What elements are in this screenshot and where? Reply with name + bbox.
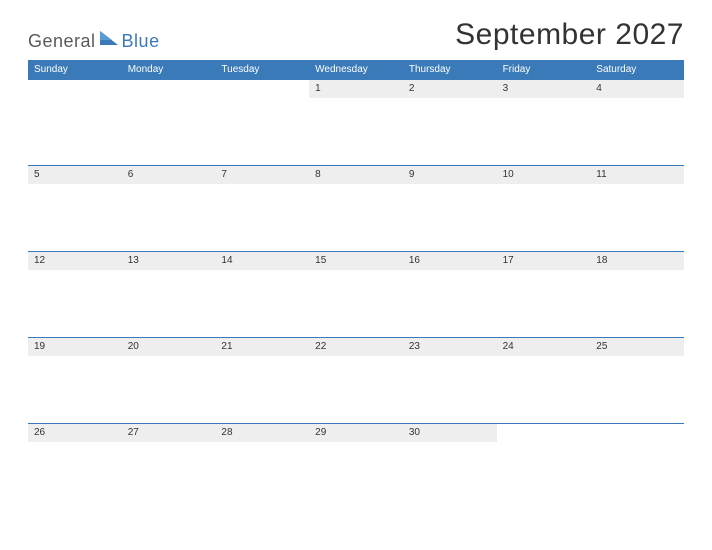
day-cell: 26 [28,424,122,509]
day-number: 14 [215,252,309,270]
week-row: 1234 [28,79,684,165]
day-header-saturday: Saturday [590,60,684,79]
day-number: 4 [590,80,684,98]
weeks-container: 1234567891011121314151617181920212223242… [28,79,684,509]
day-cell: 12 [28,252,122,337]
day-cell: 23 [403,338,497,423]
day-number: 17 [497,252,591,270]
week-row: 567891011 [28,165,684,251]
day-cell: 21 [215,338,309,423]
day-header-wednesday: Wednesday [309,60,403,79]
day-number: 23 [403,338,497,356]
day-number: 21 [215,338,309,356]
day-cell: 7 [215,166,309,251]
day-number: 26 [28,424,122,442]
week-row: 12131415161718 [28,251,684,337]
day-cell: 13 [122,252,216,337]
day-number: 7 [215,166,309,184]
day-cell: 15 [309,252,403,337]
day-number: 30 [403,424,497,442]
header: General Blue September 2027 [0,0,712,60]
day-number: 27 [122,424,216,442]
day-header-thursday: Thursday [403,60,497,79]
day-cell: 16 [403,252,497,337]
day-cell: 1 [309,80,403,165]
day-cell: 17 [497,252,591,337]
logo: General Blue [28,31,160,52]
day-header-sunday: Sunday [28,60,122,79]
day-number: 15 [309,252,403,270]
day-number: 5 [28,166,122,184]
day-number [497,424,591,442]
day-cell: 20 [122,338,216,423]
day-cell [122,80,216,165]
day-number: 10 [497,166,591,184]
day-number: 3 [497,80,591,98]
day-number: 19 [28,338,122,356]
day-cell: 3 [497,80,591,165]
day-cell: 4 [590,80,684,165]
day-cell: 8 [309,166,403,251]
day-number [590,424,684,442]
week-row: 19202122232425 [28,337,684,423]
day-headers-row: Sunday Monday Tuesday Wednesday Thursday… [28,60,684,79]
day-header-tuesday: Tuesday [215,60,309,79]
day-cell: 19 [28,338,122,423]
day-number: 25 [590,338,684,356]
calendar: Sunday Monday Tuesday Wednesday Thursday… [0,60,712,509]
day-cell: 11 [590,166,684,251]
day-cell [215,80,309,165]
day-header-monday: Monday [122,60,216,79]
day-cell: 25 [590,338,684,423]
day-number: 22 [309,338,403,356]
day-cell [497,424,591,509]
day-header-friday: Friday [497,60,591,79]
day-number: 1 [309,80,403,98]
day-cell: 10 [497,166,591,251]
logo-text-general: General [28,31,96,52]
day-number: 24 [497,338,591,356]
day-cell: 28 [215,424,309,509]
day-number: 18 [590,252,684,270]
logo-triangle-icon [100,31,118,50]
day-cell: 27 [122,424,216,509]
day-number: 12 [28,252,122,270]
day-cell: 6 [122,166,216,251]
month-title: September 2027 [455,18,684,52]
day-cell: 9 [403,166,497,251]
day-number: 8 [309,166,403,184]
day-cell: 5 [28,166,122,251]
day-cell: 29 [309,424,403,509]
day-number: 6 [122,166,216,184]
day-number [215,80,309,98]
day-cell: 30 [403,424,497,509]
day-number [122,80,216,98]
week-row: 2627282930 [28,423,684,509]
day-number [28,80,122,98]
day-number: 9 [403,166,497,184]
day-number: 11 [590,166,684,184]
day-number: 16 [403,252,497,270]
day-cell: 2 [403,80,497,165]
day-cell: 14 [215,252,309,337]
day-cell [590,424,684,509]
day-number: 13 [122,252,216,270]
day-number: 29 [309,424,403,442]
day-cell: 24 [497,338,591,423]
logo-text-blue: Blue [122,31,160,52]
day-number: 2 [403,80,497,98]
day-cell: 22 [309,338,403,423]
day-number: 28 [215,424,309,442]
day-cell [28,80,122,165]
day-cell: 18 [590,252,684,337]
day-number: 20 [122,338,216,356]
